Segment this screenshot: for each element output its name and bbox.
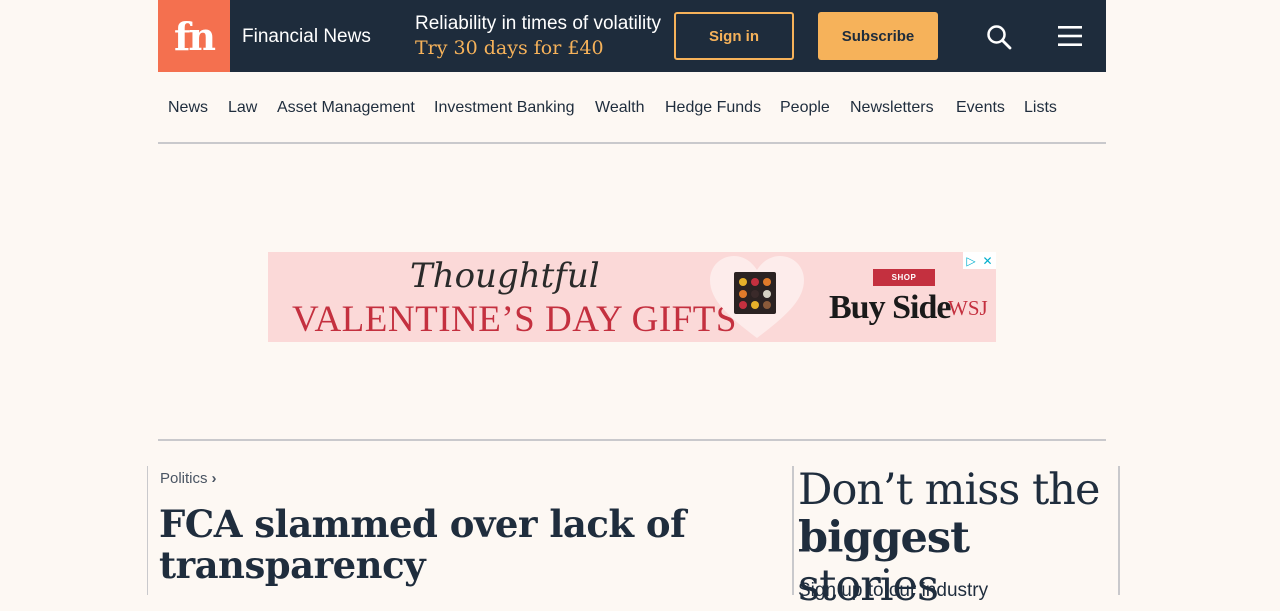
- site-header: fn Financial News Reliability in times o…: [158, 0, 1106, 72]
- nav-item-newsletters[interactable]: Newsletters: [850, 99, 934, 117]
- menu-icon[interactable]: [1058, 26, 1082, 46]
- ad-script-text: Thoughtful: [410, 256, 600, 296]
- logo[interactable]: fn: [158, 0, 230, 72]
- nav-item-people[interactable]: People: [780, 99, 830, 117]
- promo-offer[interactable]: Try 30 days for £40: [415, 37, 604, 59]
- nav-item-wealth[interactable]: Wealth: [595, 99, 645, 117]
- nav-item-investment-banking[interactable]: Investment Banking: [434, 99, 575, 117]
- signup-title-part1: Don’t miss the: [798, 465, 1100, 515]
- promo-headline: Reliability in times of volatility: [415, 13, 662, 34]
- sign-in-button[interactable]: Sign in: [674, 12, 794, 60]
- nav-item-events[interactable]: Events: [956, 99, 1005, 117]
- ad-brand-source: WSJ: [948, 296, 988, 320]
- brand-name[interactable]: Financial News: [242, 26, 371, 48]
- breadcrumb[interactable]: Politics ›: [160, 470, 217, 487]
- article-headline[interactable]: FCA slammed over lack of transparency: [159, 504, 719, 586]
- ad-brand: Buy Side: [829, 289, 951, 326]
- chevron-right-icon: ›: [211, 470, 217, 487]
- ad-choices-icon[interactable]: ▷ ✕: [963, 252, 996, 269]
- section-divider: [158, 439, 1106, 441]
- nav-item-law[interactable]: Law: [228, 99, 257, 117]
- ad-title: VALENTINE’S DAY GIFTS: [292, 299, 737, 340]
- nav-item-hedge-funds[interactable]: Hedge Funds: [665, 99, 761, 117]
- breadcrumb-label: Politics: [160, 470, 208, 487]
- signup-box-right-border: [1118, 466, 1120, 595]
- signup-title-bold: biggest: [798, 513, 970, 563]
- play-icon: ▷: [966, 253, 976, 268]
- signup-box-left-border: [792, 466, 794, 595]
- signup-subtitle: Sign up to our industry: [798, 580, 989, 601]
- nav-item-lists[interactable]: Lists: [1024, 99, 1057, 117]
- search-icon[interactable]: [986, 24, 1012, 50]
- article-left-border: [147, 466, 148, 595]
- advertisement-banner[interactable]: Thoughtful VALENTINE’S DAY GIFTS SHOP Bu…: [268, 252, 996, 342]
- gift-box-image: [710, 256, 804, 338]
- ad-shop-button[interactable]: SHOP: [873, 269, 935, 286]
- close-icon[interactable]: ✕: [983, 254, 993, 268]
- nav-item-asset-management[interactable]: Asset Management: [277, 99, 415, 117]
- subscribe-button[interactable]: Subscribe: [818, 12, 938, 60]
- main-nav: News Law Asset Management Investment Ban…: [158, 72, 1106, 144]
- nav-item-news[interactable]: News: [168, 99, 208, 117]
